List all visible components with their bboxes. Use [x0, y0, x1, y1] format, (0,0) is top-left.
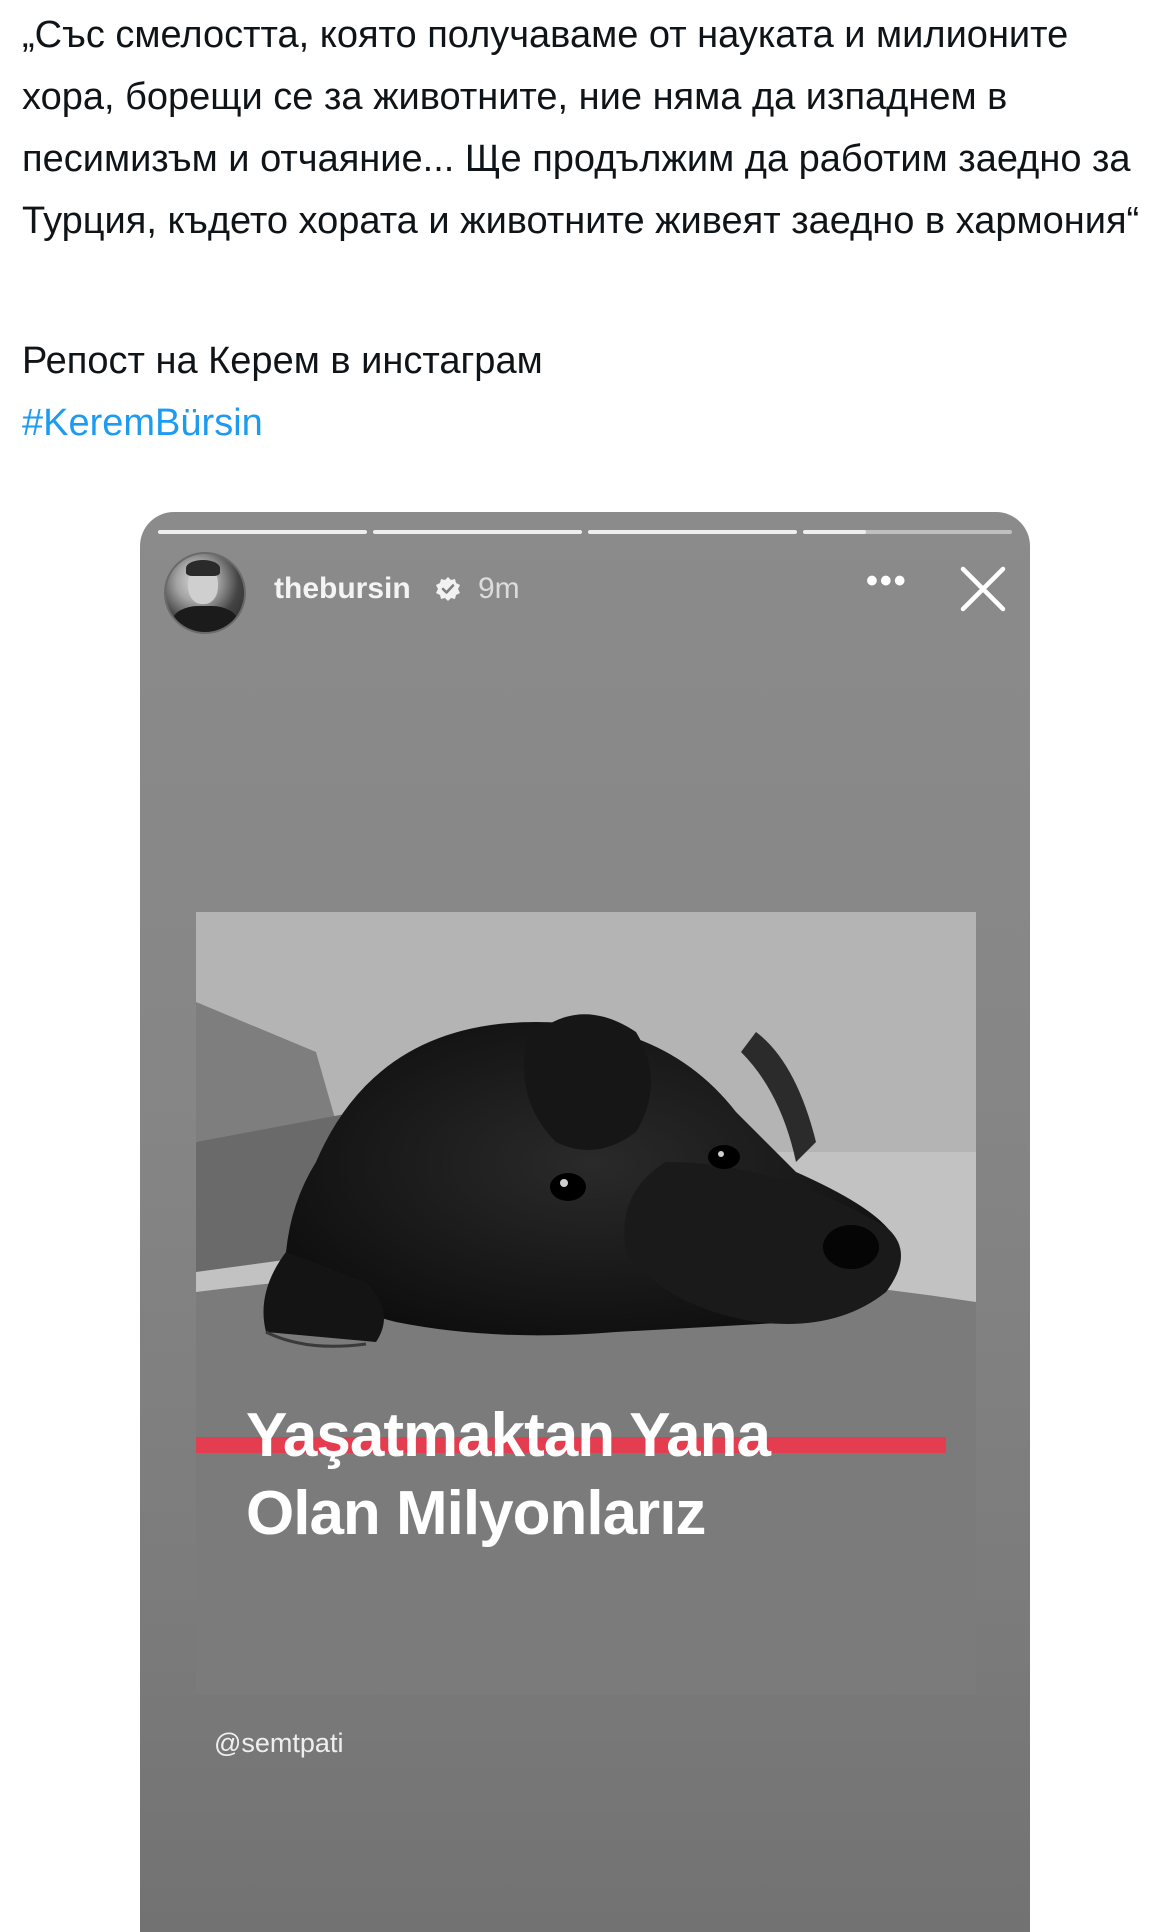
- progress-segment: [158, 530, 367, 534]
- image-credit: @semtpati: [214, 1728, 344, 1758]
- close-icon[interactable]: [958, 564, 1008, 614]
- story-timestamp: 9m: [478, 572, 520, 605]
- more-horizontal-icon[interactable]: •••: [866, 562, 908, 601]
- image-caption-line1: Yaşatmaktan Yana: [246, 1401, 771, 1470]
- progress-segment: [588, 530, 797, 534]
- verified-badge-icon: [436, 577, 460, 601]
- progress-segment: [803, 530, 1012, 534]
- repost-note: Репост на Керем в инстаграм: [22, 340, 543, 382]
- story-progress-bar: [158, 530, 1012, 534]
- hashtag-link[interactable]: #KeremBürsin: [22, 392, 263, 454]
- story-image-dog: Yaşatmaktan Yana Olan Milyonlarız: [196, 912, 976, 1694]
- tweet-text: „Със смелостта, която получаваме от наук…: [22, 14, 1140, 242]
- story-username[interactable]: thebursin: [274, 572, 411, 606]
- avatar[interactable]: [164, 552, 246, 634]
- progress-segment: [373, 530, 582, 534]
- image-caption-line2: Olan Milyonlarız: [246, 1479, 706, 1548]
- dog-photo-illustration: [196, 912, 976, 1694]
